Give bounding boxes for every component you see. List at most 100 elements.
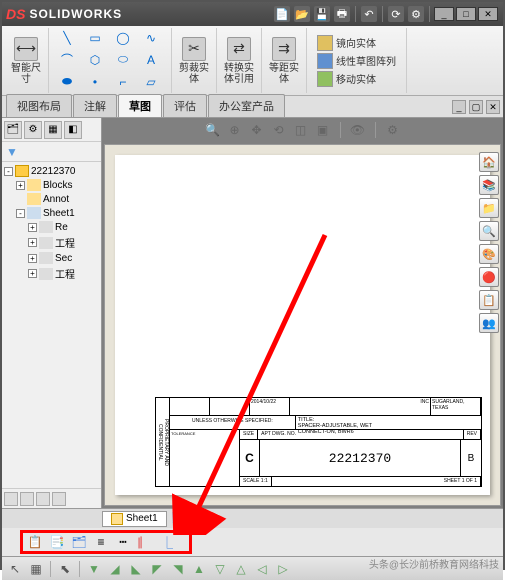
view-settings-icon[interactable]: ⚙ <box>384 121 402 139</box>
tree-eng2-label: 工程 <box>55 266 75 281</box>
convert-button[interactable]: ⇄ 转换实体引用 <box>221 36 257 86</box>
tree-root-label: 22212370 <box>31 166 76 177</box>
tree-tab-3-icon[interactable]: ▦ <box>44 121 62 139</box>
convert-label: 转换实体引用 <box>221 63 257 85</box>
move-button[interactable]: 移动实体 <box>317 71 396 87</box>
tab-annotation[interactable]: 注解 <box>73 94 117 117</box>
ellipse-tool-icon[interactable]: ⬭ <box>111 51 135 69</box>
zoom-fit-icon[interactable]: 🔍 <box>204 121 222 139</box>
point-tool-icon[interactable]: • <box>83 73 107 91</box>
filter-icon[interactable]: ▼ <box>4 144 20 160</box>
mirror-button[interactable]: 镜向实体 <box>317 35 396 51</box>
slot-tool-icon[interactable]: ⬬ <box>55 73 79 91</box>
nav-prev-icon[interactable] <box>20 492 34 506</box>
layer-icon[interactable]: 📑 <box>47 533 67 551</box>
smart-dimension-button[interactable]: ⟷ 智能尺寸 <box>8 36 44 86</box>
child-min-button[interactable]: _ <box>452 100 466 114</box>
tab-evaluate[interactable]: 评估 <box>163 94 207 117</box>
explorer-icon[interactable]: 📁 <box>479 198 499 218</box>
arc-tool-icon[interactable]: ⌒ <box>55 51 79 69</box>
sheet-tab[interactable]: Sheet1 <box>102 511 167 527</box>
offset-button[interactable]: ⇉ 等距实体 <box>266 36 302 86</box>
text-tool-icon[interactable]: A <box>139 51 163 69</box>
tab-sketch[interactable]: 草图 <box>118 94 162 117</box>
display-icon[interactable]: ▣ <box>314 121 332 139</box>
line-end-icon[interactable]: ⎿ <box>157 533 177 551</box>
pattern-button[interactable]: 线性草图阵列 <box>317 53 396 69</box>
tree-tab-2-icon[interactable]: ⚙ <box>24 121 42 139</box>
drawing-icon <box>15 165 29 177</box>
feature-tree-panel: 🗂 ⚙ ▦ ◧ ▼ -22212370 +Blocks Annot -Sheet… <box>2 118 102 508</box>
tree-tab-1-icon[interactable]: 🗂 <box>4 121 22 139</box>
layer-props-icon[interactable]: 📋 <box>25 533 45 551</box>
home-icon[interactable]: 🏠 <box>479 152 499 172</box>
layer-manager-icon[interactable]: 🗂 <box>69 533 89 551</box>
nav-last-icon[interactable] <box>52 492 66 506</box>
undo-icon[interactable]: ↶ <box>361 6 377 22</box>
save-icon[interactable]: 💾 <box>314 6 330 22</box>
trim-button[interactable]: ✂ 剪裁实体 <box>176 36 212 86</box>
tab-office[interactable]: 办公室产品 <box>208 94 285 117</box>
expand-icon[interactable]: - <box>4 167 13 176</box>
drawing-canvas[interactable]: PROPRIETARY AND CONFIDENTIAL 2014/10/22 … <box>104 144 501 506</box>
hide-show-icon[interactable]: 👁 <box>349 121 367 139</box>
child-max-button[interactable]: ▢ <box>469 100 483 114</box>
print-icon[interactable]: 🖶 <box>334 6 350 22</box>
search-icon[interactable]: 🔍 <box>479 221 499 241</box>
node-icon <box>39 252 53 264</box>
section-icon[interactable]: ◫ <box>292 121 310 139</box>
spline-tool-icon[interactable]: ∿ <box>139 29 163 47</box>
expand-icon[interactable]: + <box>16 181 25 190</box>
rev-label: REV <box>464 430 481 439</box>
rebuild-icon[interactable]: ⟳ <box>388 6 404 22</box>
appearance-icon[interactable]: 🔴 <box>479 267 499 287</box>
nav-first-icon[interactable] <box>4 492 18 506</box>
close-button[interactable]: ✕ <box>478 7 498 21</box>
size-value: C <box>240 440 260 476</box>
line-tool-icon[interactable]: ╲ <box>55 29 79 47</box>
trim-label: 剪裁实体 <box>176 63 212 85</box>
nav-next-icon[interactable] <box>36 492 50 506</box>
size-label: SIZE <box>240 430 258 439</box>
minimize-button[interactable]: _ <box>434 7 454 21</box>
smart-dimension-label: 智能尺寸 <box>8 63 44 85</box>
palette-icon[interactable]: 🎨 <box>479 244 499 264</box>
rotate-icon[interactable]: ⟲ <box>270 121 288 139</box>
trim-group: ✂ 剪裁实体 <box>172 28 217 93</box>
plane-tool-icon[interactable]: ▱ <box>139 73 163 91</box>
child-close-button[interactable]: ✕ <box>486 100 500 114</box>
add-sheet-icon[interactable]: 📄 <box>171 513 183 524</box>
line-weight-icon[interactable]: ≡ <box>91 533 111 551</box>
line-color-icon[interactable]: |⎸ <box>135 533 155 551</box>
polygon-tool-icon[interactable]: ⬡ <box>83 51 107 69</box>
view-toolbar: 🔍 ⊕ ✥ ⟲ ◫ ▣ 👁 ⚙ <box>102 118 503 142</box>
work-area: 🗂 ⚙ ▦ ◧ ▼ -22212370 +Blocks Annot -Sheet… <box>2 118 503 508</box>
feature-tree[interactable]: -22212370 +Blocks Annot -Sheet1 +Re +工程 … <box>2 162 101 488</box>
open-icon[interactable]: 📂 <box>294 6 310 22</box>
date-field: 2014/10/22 <box>250 398 290 415</box>
canvas-area: 🔍 ⊕ ✥ ⟲ ◫ ▣ 👁 ⚙ PROPRIETARY AND CONFIDEN… <box>102 118 503 508</box>
maximize-button[interactable]: □ <box>456 7 476 21</box>
expand-icon[interactable]: + <box>28 223 37 232</box>
annotation-icon <box>27 193 41 205</box>
expand-icon[interactable]: + <box>28 238 37 247</box>
library-icon[interactable]: 📚 <box>479 175 499 195</box>
new-icon[interactable]: 📄 <box>274 6 290 22</box>
scale-field: SCALE 1:1 <box>240 477 272 486</box>
pan-icon[interactable]: ✥ <box>248 121 266 139</box>
zoom-area-icon[interactable]: ⊕ <box>226 121 244 139</box>
forum-icon[interactable]: 👥 <box>479 313 499 333</box>
convert-icon: ⇄ <box>227 37 251 61</box>
line-style-icon[interactable]: ┅ <box>113 533 133 551</box>
expand-icon[interactable]: + <box>28 254 37 263</box>
tree-tab-4-icon[interactable]: ◧ <box>64 121 82 139</box>
tab-view-layout[interactable]: 视图布局 <box>6 94 72 117</box>
circle-tool-icon[interactable]: ◯ <box>111 29 135 47</box>
property-icon[interactable]: 📋 <box>479 290 499 310</box>
move-label: 移动实体 <box>336 71 376 86</box>
options-icon[interactable]: ⚙ <box>408 6 424 22</box>
fillet-tool-icon[interactable]: ⌐ <box>111 73 135 91</box>
expand-icon[interactable]: - <box>16 209 25 218</box>
expand-icon[interactable]: + <box>28 269 37 278</box>
rect-tool-icon[interactable]: ▭ <box>83 29 107 47</box>
